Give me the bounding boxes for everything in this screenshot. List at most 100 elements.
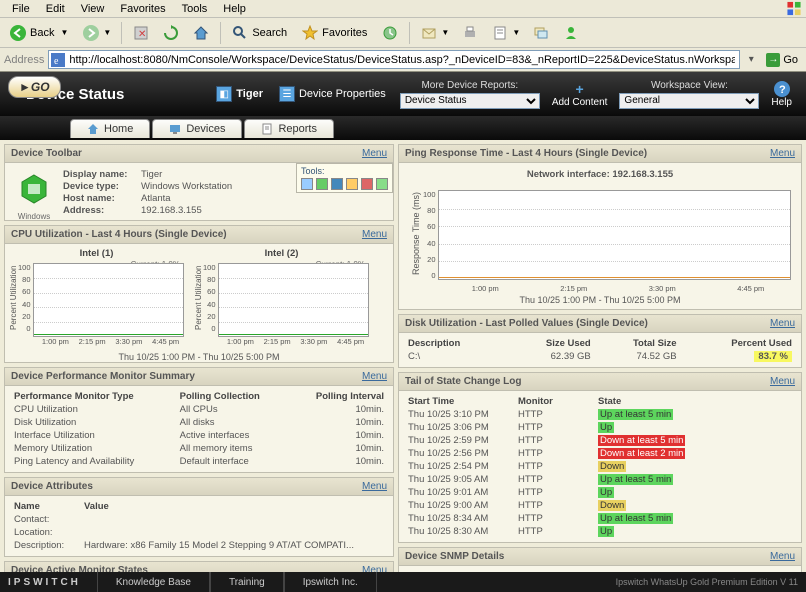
table-row: Memory UtilizationAll memory items10min. <box>11 442 387 455</box>
search-button[interactable]: Search <box>226 21 294 45</box>
refresh-button[interactable] <box>157 21 185 45</box>
stop-button[interactable]: ✕ <box>127 21 155 45</box>
host-name-label: Host name: <box>63 193 141 204</box>
disk-table: DescriptionSize UsedTotal SizePercent Us… <box>405 337 795 363</box>
table-row: Thu 10/25 8:34 AMHTTPUp at least 5 min <box>405 512 795 525</box>
favorites-button[interactable]: Favorites <box>296 21 374 45</box>
forward-icon <box>82 24 100 42</box>
cpu-chart-2: Intel (2)Current: 1.0% Percent Utilizati… <box>194 248 369 346</box>
state-badge: Down <box>598 500 626 511</box>
panel-ping-response: Ping Response Time - Last 4 Hours (Singl… <box>398 144 802 310</box>
menu-view[interactable]: View <box>73 1 113 17</box>
search-icon <box>231 24 249 42</box>
state-badge: Up <box>598 487 614 498</box>
stop-icon: ✕ <box>132 24 150 42</box>
properties-icon: ☰ <box>279 86 295 102</box>
address-value: 192.168.3.155 <box>141 205 387 216</box>
state-badge: Down at least 2 min <box>598 448 685 459</box>
more-reports-select[interactable]: Device Status <box>400 93 540 109</box>
footer-training[interactable]: Training <box>210 572 284 592</box>
panel-title: Device SNMP Details <box>405 551 504 562</box>
table-row: Thu 10/25 2:59 PMHTTPDown at least 5 min <box>405 434 795 447</box>
table-row: Thu 10/25 9:00 AMHTTPDown <box>405 499 795 512</box>
toolbar: Back▼ ▼ ✕ Search Favorites ▼ ▼ <box>0 18 806 48</box>
content-area: Device ToolbarMenu Windows Display name:… <box>0 140 806 580</box>
table-row: Thu 10/25 9:05 AMHTTPUp at least 5 min <box>405 473 795 486</box>
back-icon <box>9 24 27 42</box>
more-reports-label: More Device Reports: <box>421 80 518 91</box>
address-label-k: Address: <box>63 205 141 216</box>
tail-table: Start TimeMonitorState Thu 10/25 3:10 PM… <box>405 395 795 538</box>
tool-icon-3[interactable] <box>331 178 343 190</box>
history-button[interactable] <box>376 21 404 45</box>
panel-menu-link[interactable]: Menu <box>362 371 387 382</box>
menu-file[interactable]: File <box>4 1 38 17</box>
tool-icon-4[interactable] <box>346 178 358 190</box>
table-row: Ping Latency and AvailabilityDefault int… <box>11 455 387 468</box>
tool-icon-6[interactable] <box>376 178 388 190</box>
home-button[interactable] <box>187 21 215 45</box>
menu-help[interactable]: Help <box>215 1 254 17</box>
table-row: Thu 10/25 2:54 PMHTTPDown <box>405 460 795 473</box>
history-icon <box>381 24 399 42</box>
table-row: Thu 10/25 8:30 AMHTTPUp <box>405 525 795 538</box>
windows-logo-icon <box>786 1 802 16</box>
tab-reports[interactable]: Reports <box>244 119 334 138</box>
menu-edit[interactable]: Edit <box>38 1 73 17</box>
print-button[interactable] <box>456 21 484 45</box>
panel-menu-link[interactable]: Menu <box>770 148 795 159</box>
workspace-view-select[interactable]: General <box>619 93 759 109</box>
back-button[interactable]: Back▼ <box>4 21 75 45</box>
panel-menu-link[interactable]: Menu <box>362 148 387 159</box>
tools-box: Tools: <box>296 163 393 193</box>
percent-bar: 83.7 % <box>754 351 792 362</box>
ping-interface-label: Network interface: 192.168.3.155 <box>405 169 795 180</box>
address-dropdown-icon[interactable]: ▾ <box>744 54 758 65</box>
state-badge: Up at least 5 min <box>598 474 673 485</box>
tool-icon-5[interactable] <box>361 178 373 190</box>
state-badge: Down <box>598 461 626 472</box>
cpu-chart-1: Intel (1)Current: 1.0% Percent Utilizati… <box>9 248 184 346</box>
panel-menu-link[interactable]: Menu <box>362 481 387 492</box>
messenger-button[interactable] <box>557 21 585 45</box>
go-button[interactable]: →Go <box>762 50 802 69</box>
panel-device-toolbar: Device ToolbarMenu Windows Display name:… <box>4 144 394 221</box>
devices-tab-icon <box>169 123 181 135</box>
device-properties-button[interactable]: ☰Device Properties <box>279 86 386 102</box>
menu-tools[interactable]: Tools <box>174 1 216 17</box>
panel-title: CPU Utilization - Last 4 Hours (Single D… <box>11 229 227 240</box>
tab-home[interactable]: Home <box>70 119 150 138</box>
panel-menu-link[interactable]: Menu <box>770 551 795 562</box>
tool-icon-2[interactable] <box>316 178 328 190</box>
footer-knowledge-base[interactable]: Knowledge Base <box>97 572 210 592</box>
state-badge: Down at least 5 min <box>598 435 685 446</box>
table-row: Description:Hardware: x86 Family 15 Mode… <box>11 539 387 552</box>
panel-title: Disk Utilization - Last Polled Values (S… <box>405 318 648 329</box>
menu-favorites[interactable]: Favorites <box>112 1 173 17</box>
mail-icon <box>420 24 438 42</box>
panel-menu-link[interactable]: Menu <box>770 376 795 387</box>
discuss-button[interactable] <box>527 21 555 45</box>
table-row: Interface UtilizationActive interfaces10… <box>11 429 387 442</box>
tab-devices[interactable]: Devices <box>152 119 242 138</box>
panel-menu-link[interactable]: Menu <box>770 318 795 329</box>
footer-ipswitch[interactable]: Ipswitch Inc. <box>284 572 377 592</box>
refresh-icon <box>162 24 180 42</box>
attrs-table: NameValue Contact: Location: Description… <box>11 500 387 552</box>
table-row: Thu 10/25 2:56 PMHTTPDown at least 2 min <box>405 447 795 460</box>
brand-logo: IPSWITCH <box>8 577 81 588</box>
forward-button[interactable]: ▼ <box>77 21 116 45</box>
go-logo[interactable]: ►GO <box>8 76 61 98</box>
svg-text:?: ? <box>779 84 786 96</box>
address-input[interactable] <box>48 50 740 69</box>
mail-button[interactable]: ▼ <box>415 21 454 45</box>
add-content-button[interactable]: +Add Content <box>552 81 608 108</box>
panel-menu-link[interactable]: Menu <box>362 229 387 240</box>
tool-icon-1[interactable] <box>301 178 313 190</box>
state-badge: Up <box>598 526 614 537</box>
state-badge: Up at least 5 min <box>598 409 673 420</box>
help-button[interactable]: ?Help <box>771 81 792 108</box>
edit-button[interactable]: ▼ <box>486 21 525 45</box>
panel-title: Device Performance Monitor Summary <box>11 371 195 382</box>
panel-title: Ping Response Time - Last 4 Hours (Singl… <box>405 148 647 159</box>
